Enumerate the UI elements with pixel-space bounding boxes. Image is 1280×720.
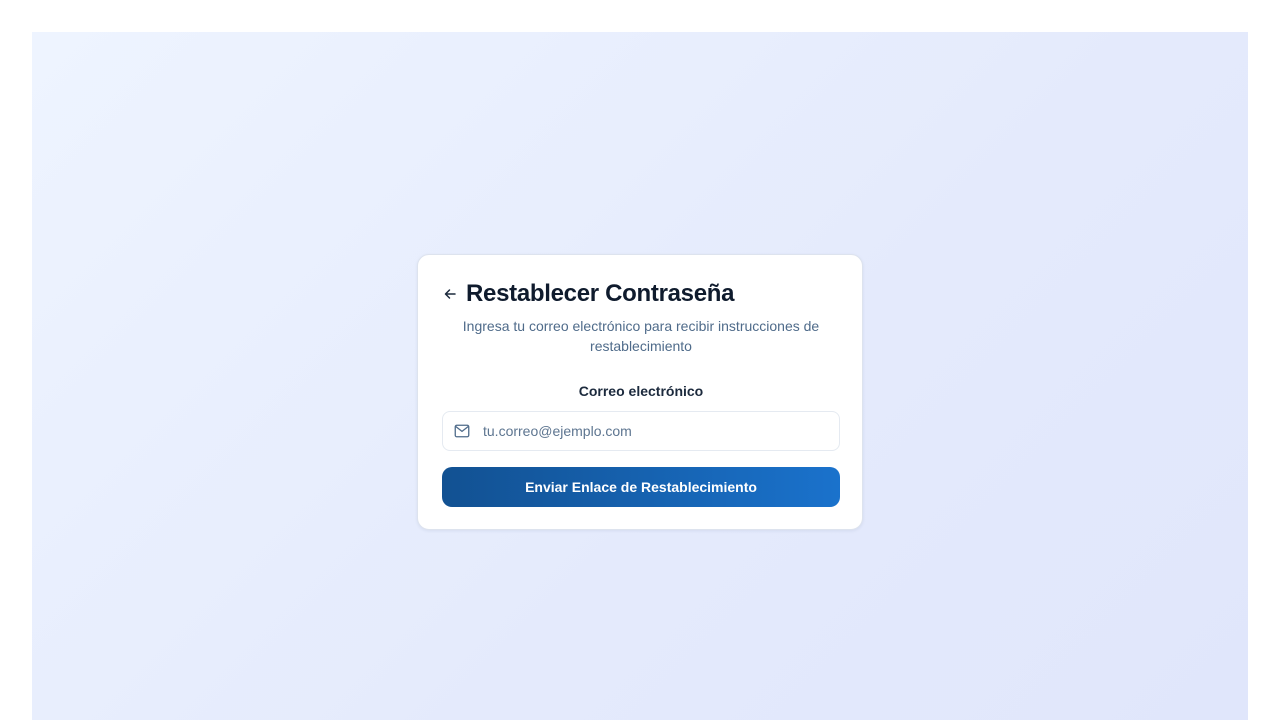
card-header: Restablecer Contraseña	[442, 279, 734, 309]
arrow-left-icon	[444, 289, 456, 299]
send-reset-link-button[interactable]: Enviar Enlace de Restablecimiento	[442, 467, 840, 507]
reset-password-card: Restablecer Contraseña Ingresa tu correo…	[417, 254, 863, 530]
email-field	[442, 411, 840, 451]
mail-icon	[454, 424, 470, 438]
back-button[interactable]	[442, 286, 458, 302]
page-subtitle: Ingresa tu correo electrónico para recib…	[462, 318, 820, 354]
page-title: Restablecer Contraseña	[466, 280, 735, 307]
email-label: Correo electrónico	[578, 383, 704, 399]
email-input[interactable]	[483, 412, 833, 450]
